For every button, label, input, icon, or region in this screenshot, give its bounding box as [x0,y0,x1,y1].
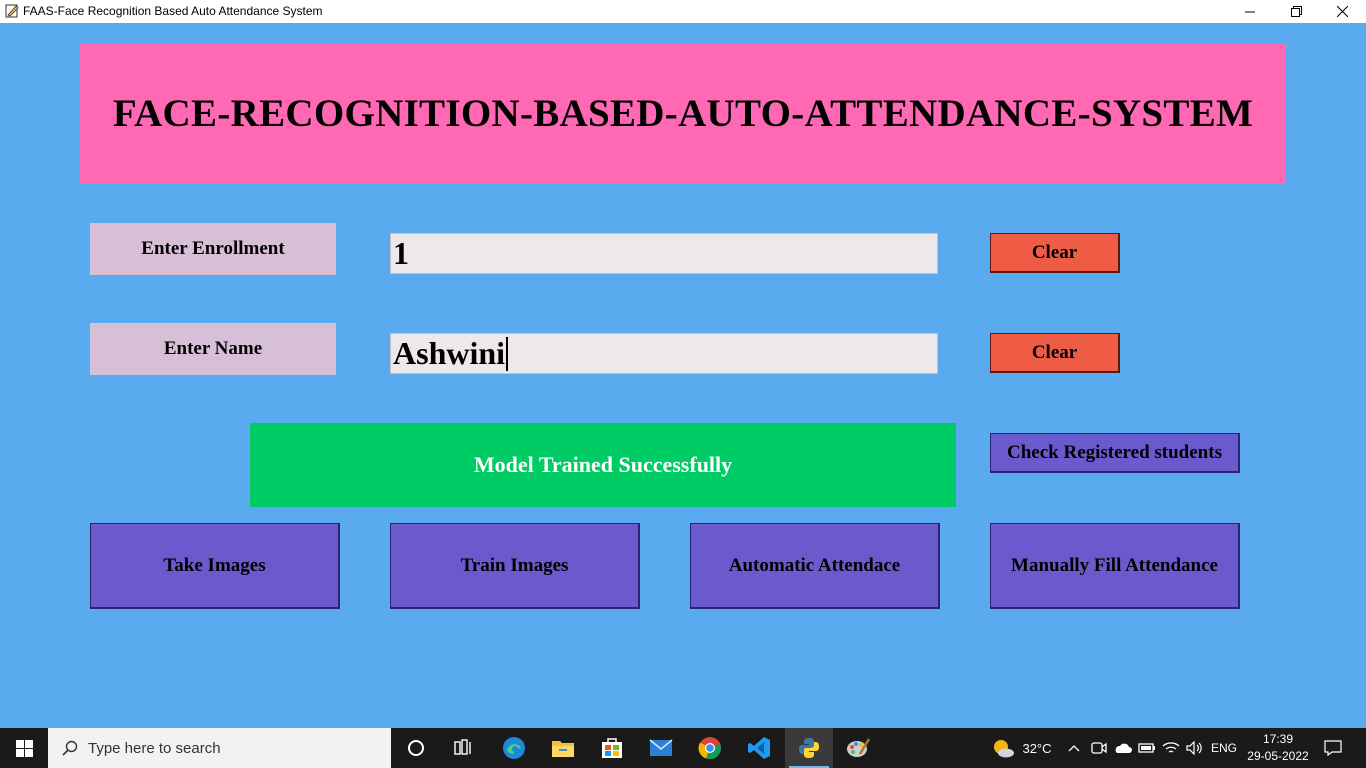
mail-button[interactable] [637,728,685,768]
clock-date: 29-05-2022 [1247,749,1309,763]
restore-icon [1290,6,1302,17]
check-registered-students-button[interactable]: Check Registered students [990,433,1240,473]
enrollment-input[interactable]: 1 [390,233,938,274]
meet-now-icon [1091,742,1107,754]
file-explorer-button[interactable] [539,728,587,768]
volume-icon [1186,741,1202,755]
minimize-button[interactable] [1227,0,1273,23]
show-hidden-icons-button[interactable] [1064,728,1084,768]
text-caret [506,336,509,371]
notification-icon [1324,740,1342,756]
vscode-button[interactable] [735,728,783,768]
taskbar-search[interactable]: Type here to search [48,728,391,768]
edge-icon [503,737,525,759]
feather-app-icon [5,4,19,18]
banner: FACE-RECOGNITION-BASED-AUTO-ATTENDANCE-S… [80,43,1286,184]
weather-button[interactable] [988,728,1018,768]
chevron-up-icon [1068,745,1080,752]
python-icon [799,738,819,758]
meet-now-button[interactable] [1088,728,1110,768]
notification-message: Model Trained Successfully [250,423,956,507]
file-explorer-icon [552,741,574,757]
volume-button[interactable] [1184,728,1206,768]
python-button[interactable] [785,728,833,768]
clear-enrollment-button[interactable]: Clear [990,233,1120,273]
app-canvas: FACE-RECOGNITION-BASED-AUTO-ATTENDANCE-S… [0,23,1366,728]
automatic-attendance-button[interactable]: Automatic Attendace [690,523,940,609]
search-placeholder: Type here to search [88,739,221,757]
store-icon [602,738,622,758]
taskbar: Type here to search 32°C ENG 17:39 29-05… [0,728,1366,768]
paint-icon [847,738,870,757]
task-view-button[interactable] [440,728,488,768]
wifi-button[interactable] [1160,728,1182,768]
take-images-button[interactable]: Take Images [90,523,340,609]
clear-name-button[interactable]: Clear [990,333,1120,373]
window-title: FAAS-Face Recognition Based Auto Attenda… [23,4,323,18]
task-view-icon [454,739,471,755]
notifications-button[interactable] [1318,728,1348,768]
clock-time: 17:39 [1262,732,1294,746]
mail-icon [649,739,673,756]
close-icon [1336,6,1348,17]
minimize-icon [1245,11,1255,12]
manual-attendance-button[interactable]: Manually Fill Attendance [990,523,1240,609]
name-input[interactable]: Ashwini [390,333,938,374]
windows-icon [15,739,33,757]
wifi-icon [1162,742,1180,753]
battery-icon [1138,743,1155,753]
taskbar-clock[interactable]: 17:39 29-05-2022 [1243,731,1313,765]
store-button[interactable] [588,728,636,768]
enrollment-value: 1 [393,235,409,271]
vscode-icon [748,737,770,759]
search-icon [62,740,78,756]
start-button[interactable] [0,728,48,768]
banner-title: FACE-RECOGNITION-BASED-AUTO-ATTENDANCE-S… [112,92,1254,135]
restore-button[interactable] [1273,0,1319,23]
weather-temperature[interactable]: 32°C [1019,728,1055,768]
name-label: Enter Name [90,323,336,375]
onedrive-button[interactable] [1112,728,1134,768]
battery-button[interactable] [1136,728,1158,768]
edge-button[interactable] [490,728,538,768]
cortana-button[interactable] [392,728,440,768]
chrome-icon [698,737,721,760]
close-button[interactable] [1319,0,1365,23]
cortana-icon [408,740,424,756]
name-value: Ashwini [393,335,506,371]
chrome-button[interactable] [686,728,734,768]
language-indicator[interactable]: ENG [1208,728,1240,768]
train-images-button[interactable]: Train Images [390,523,640,609]
enrollment-label: Enter Enrollment [90,223,336,275]
paint-button[interactable] [834,728,882,768]
weather-sun-cloud-icon [994,740,1014,758]
onedrive-cloud-icon [1115,743,1132,753]
window-title-bar: FAAS-Face Recognition Based Auto Attenda… [0,0,1366,23]
